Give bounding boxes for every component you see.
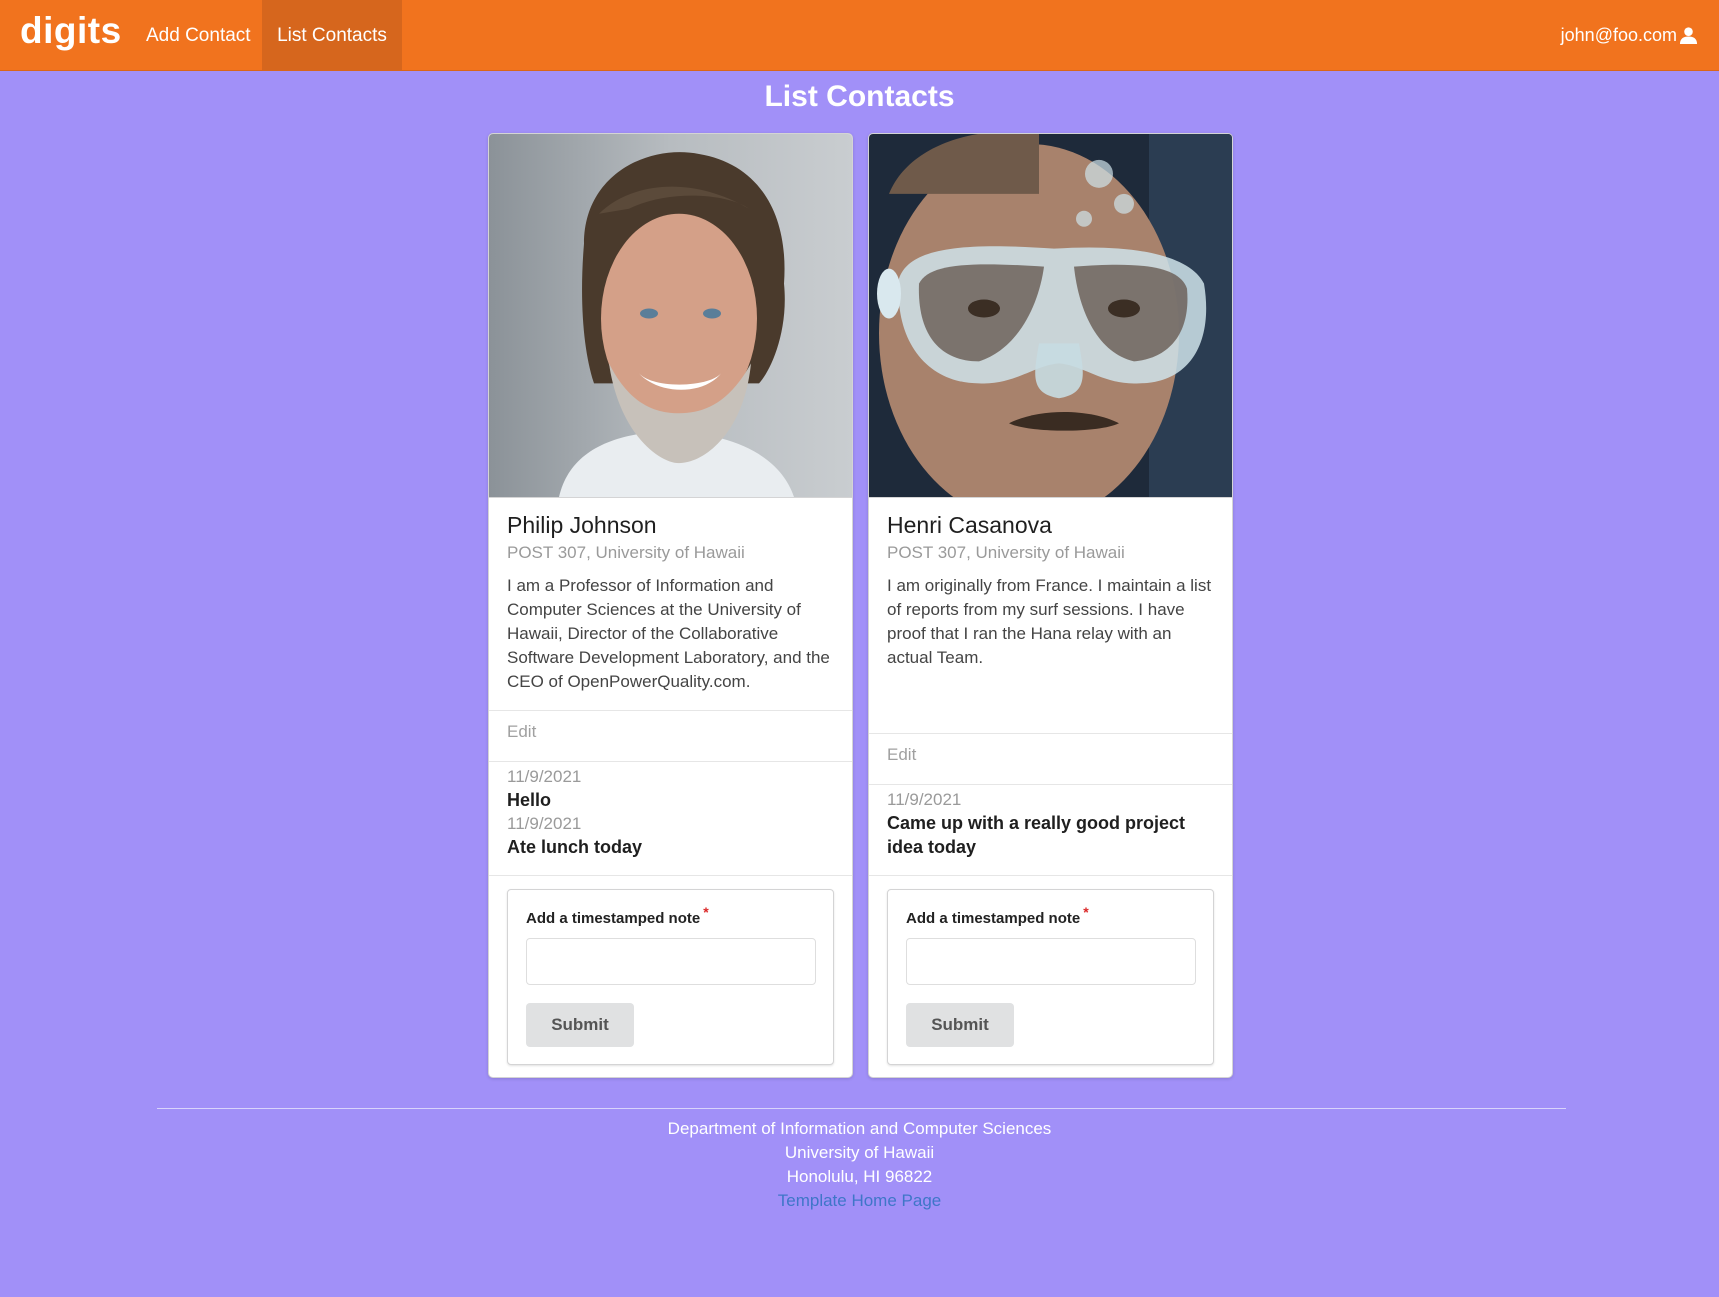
footer-address: Honolulu, HI 96822 — [786, 1167, 933, 1186]
divider — [489, 710, 852, 711]
note-field-label: Add a timestamped note * — [526, 904, 709, 927]
user-email: john@foo.com — [1560, 25, 1677, 45]
note-field-label: Add a timestamped note * — [906, 904, 1089, 927]
divider — [489, 761, 852, 762]
note-date: 11/9/2021 — [507, 814, 582, 833]
footer: Department of Information and Computer S… — [0, 1117, 1719, 1213]
required-marker: * — [1083, 904, 1089, 920]
divider — [869, 784, 1232, 785]
page-title: List Contacts — [764, 80, 955, 113]
note-date: 11/9/2021 — [887, 790, 962, 809]
add-note-form: Add a timestamped note * Submit — [507, 889, 834, 1065]
top-navbar: digits Add Contact List Contacts john@fo… — [0, 0, 1719, 71]
user-menu[interactable]: john@foo.com — [1561, 0, 1698, 71]
note-date: 11/9/2021 — [507, 767, 582, 786]
contact-description: I am originally from France. I maintain … — [887, 576, 1212, 667]
note-text: Hello — [507, 790, 552, 810]
contact-name: Philip Johnson — [507, 512, 657, 538]
note-input[interactable] — [906, 938, 1196, 985]
divider — [869, 875, 1232, 876]
footer-divider — [157, 1108, 1566, 1109]
brand-logo[interactable]: digits — [20, 10, 122, 52]
divider — [489, 875, 852, 876]
footer-university: University of Hawaii — [784, 1143, 935, 1162]
add-note-form: Add a timestamped note * Submit — [887, 889, 1214, 1065]
submit-button[interactable]: Submit — [526, 1003, 634, 1047]
footer-department: Department of Information and Computer S… — [667, 1119, 1052, 1138]
contact-address: POST 307, University of Hawaii — [887, 543, 1125, 562]
user-icon — [1679, 27, 1698, 45]
contact-card: Philip Johnson POST 307, University of H… — [488, 133, 853, 1078]
contact-photo — [489, 134, 852, 498]
required-marker: * — [703, 904, 709, 920]
note-text: Came up with a really good project idea … — [887, 813, 1186, 857]
notes-list: 11/9/2021 Came up with a really good pro… — [887, 788, 1217, 859]
note-text: Ate lunch today — [507, 837, 643, 857]
edit-link[interactable]: Edit — [887, 745, 916, 765]
contact-address: POST 307, University of Hawaii — [507, 543, 745, 562]
contact-card: Henri Casanova POST 307, University of H… — [868, 133, 1233, 1078]
notes-list: 11/9/2021 Hello 11/9/2021 Ate lunch toda… — [507, 765, 837, 859]
contact-photo — [869, 134, 1232, 498]
contact-name: Henri Casanova — [887, 512, 1052, 538]
edit-link[interactable]: Edit — [507, 722, 536, 742]
nav-list-contacts[interactable]: List Contacts — [262, 0, 402, 71]
nav-add-contact[interactable]: Add Contact — [126, 0, 271, 71]
template-home-link[interactable]: Template Home Page — [778, 1191, 941, 1210]
divider — [869, 733, 1232, 734]
contact-description: I am a Professor of Information and Comp… — [507, 576, 830, 691]
note-input[interactable] — [526, 938, 816, 985]
submit-button[interactable]: Submit — [906, 1003, 1014, 1047]
